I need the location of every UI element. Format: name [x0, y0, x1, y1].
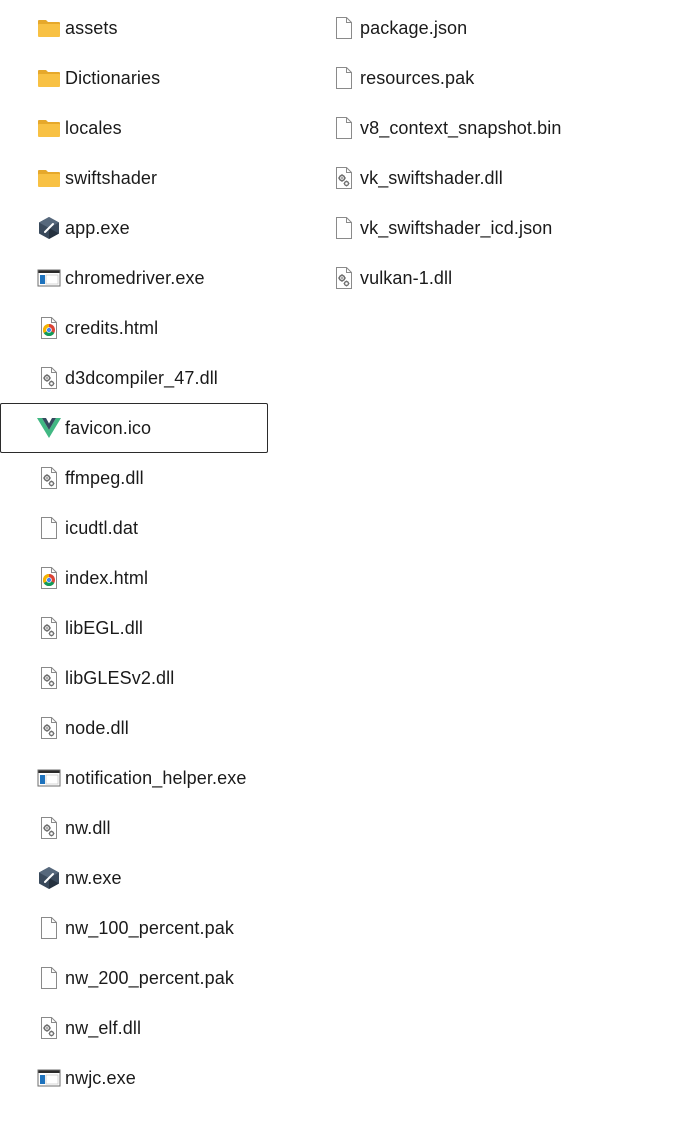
file-name: vk_swiftshader_icd.json — [360, 217, 553, 238]
chrome-html-icon — [37, 566, 61, 590]
file-item[interactable]: notification_helper.exe — [0, 753, 268, 803]
file-name: app.exe — [65, 217, 130, 238]
chrome-html-icon — [37, 316, 61, 340]
file-name: swiftshader — [65, 167, 158, 188]
file-item[interactable]: package.json — [295, 3, 595, 53]
folder-icon — [37, 116, 61, 140]
file-item[interactable]: v8_context_snapshot.bin — [295, 103, 595, 153]
blank-file-icon — [332, 66, 356, 90]
file-item[interactable]: assets — [0, 3, 268, 53]
nwjs-app-icon — [37, 866, 61, 890]
file-column-1: assets Dictionaries locales swiftshader … — [0, 3, 268, 1103]
file-item[interactable]: nwjc.exe — [0, 1053, 268, 1103]
nwjs-app-icon — [37, 216, 61, 240]
file-item[interactable]: nw_elf.dll — [0, 1003, 268, 1053]
file-name: vk_swiftshader.dll — [360, 167, 503, 188]
blank-file-icon — [37, 916, 61, 940]
file-item[interactable]: nw.exe — [0, 853, 268, 903]
dll-gear-icon — [37, 466, 61, 490]
file-name: icudtl.dat — [65, 517, 139, 538]
file-name: favicon.ico — [65, 417, 152, 438]
file-item[interactable]: nw_100_percent.pak — [0, 903, 268, 953]
file-item[interactable]: vk_swiftshader_icd.json — [295, 203, 595, 253]
blank-file-icon — [37, 516, 61, 540]
file-name: Dictionaries — [65, 67, 161, 88]
file-item[interactable]: d3dcompiler_47.dll — [0, 353, 268, 403]
dll-gear-icon — [37, 716, 61, 740]
file-item[interactable]: icudtl.dat — [0, 503, 268, 553]
file-name: index.html — [65, 567, 149, 588]
file-list: assets Dictionaries locales swiftshader … — [0, 0, 694, 1137]
dll-gear-icon — [37, 1016, 61, 1040]
file-name: resources.pak — [360, 67, 475, 88]
file-name: nw_elf.dll — [65, 1017, 142, 1038]
file-item[interactable]: libEGL.dll — [0, 603, 268, 653]
blank-file-icon — [332, 16, 356, 40]
dll-gear-icon — [37, 666, 61, 690]
file-name: nw_200_percent.pak — [65, 967, 234, 988]
blank-file-icon — [332, 116, 356, 140]
folder-icon — [37, 166, 61, 190]
exe-window-icon — [37, 266, 61, 290]
file-item[interactable]: locales — [0, 103, 268, 153]
file-name: node.dll — [65, 717, 129, 738]
vue-logo-icon — [37, 416, 61, 440]
file-name: package.json — [360, 17, 468, 38]
exe-window-icon — [37, 1066, 61, 1090]
blank-file-icon — [332, 216, 356, 240]
file-item[interactable]: index.html — [0, 553, 268, 603]
blank-file-icon — [37, 966, 61, 990]
file-name: chromedriver.exe — [65, 267, 205, 288]
file-item[interactable]: libGLESv2.dll — [0, 653, 268, 703]
file-item[interactable]: favicon.ico — [0, 403, 268, 453]
file-name: credits.html — [65, 317, 159, 338]
file-name: d3dcompiler_47.dll — [65, 367, 218, 388]
file-item[interactable]: vulkan-1.dll — [295, 253, 595, 303]
file-item[interactable]: credits.html — [0, 303, 268, 353]
file-item[interactable]: Dictionaries — [0, 53, 268, 103]
file-name: ffmpeg.dll — [65, 467, 144, 488]
file-name: nw.dll — [65, 817, 111, 838]
dll-gear-icon — [37, 366, 61, 390]
dll-gear-icon — [37, 616, 61, 640]
file-column-2: package.json resources.pak v8_context_sn… — [295, 3, 595, 303]
file-item[interactable]: nw_200_percent.pak — [0, 953, 268, 1003]
file-item[interactable]: app.exe — [0, 203, 268, 253]
folder-icon — [37, 66, 61, 90]
file-item[interactable]: vk_swiftshader.dll — [295, 153, 595, 203]
dll-gear-icon — [37, 816, 61, 840]
file-item[interactable]: node.dll — [0, 703, 268, 753]
file-name: nw_100_percent.pak — [65, 917, 234, 938]
file-item[interactable]: resources.pak — [295, 53, 595, 103]
file-item[interactable]: nw.dll — [0, 803, 268, 853]
file-name: nwjc.exe — [65, 1067, 136, 1088]
file-name: assets — [65, 17, 118, 38]
dll-gear-icon — [332, 166, 356, 190]
file-name: libGLESv2.dll — [65, 667, 175, 688]
folder-icon — [37, 16, 61, 40]
file-item[interactable]: chromedriver.exe — [0, 253, 268, 303]
file-name: vulkan-1.dll — [360, 267, 453, 288]
file-item[interactable]: swiftshader — [0, 153, 268, 203]
file-name: locales — [65, 117, 122, 138]
file-name: v8_context_snapshot.bin — [360, 117, 562, 138]
file-item[interactable]: ffmpeg.dll — [0, 453, 268, 503]
file-name: nw.exe — [65, 867, 122, 888]
file-name: libEGL.dll — [65, 617, 144, 638]
file-name: notification_helper.exe — [65, 767, 247, 788]
exe-window-icon — [37, 766, 61, 790]
dll-gear-icon — [332, 266, 356, 290]
